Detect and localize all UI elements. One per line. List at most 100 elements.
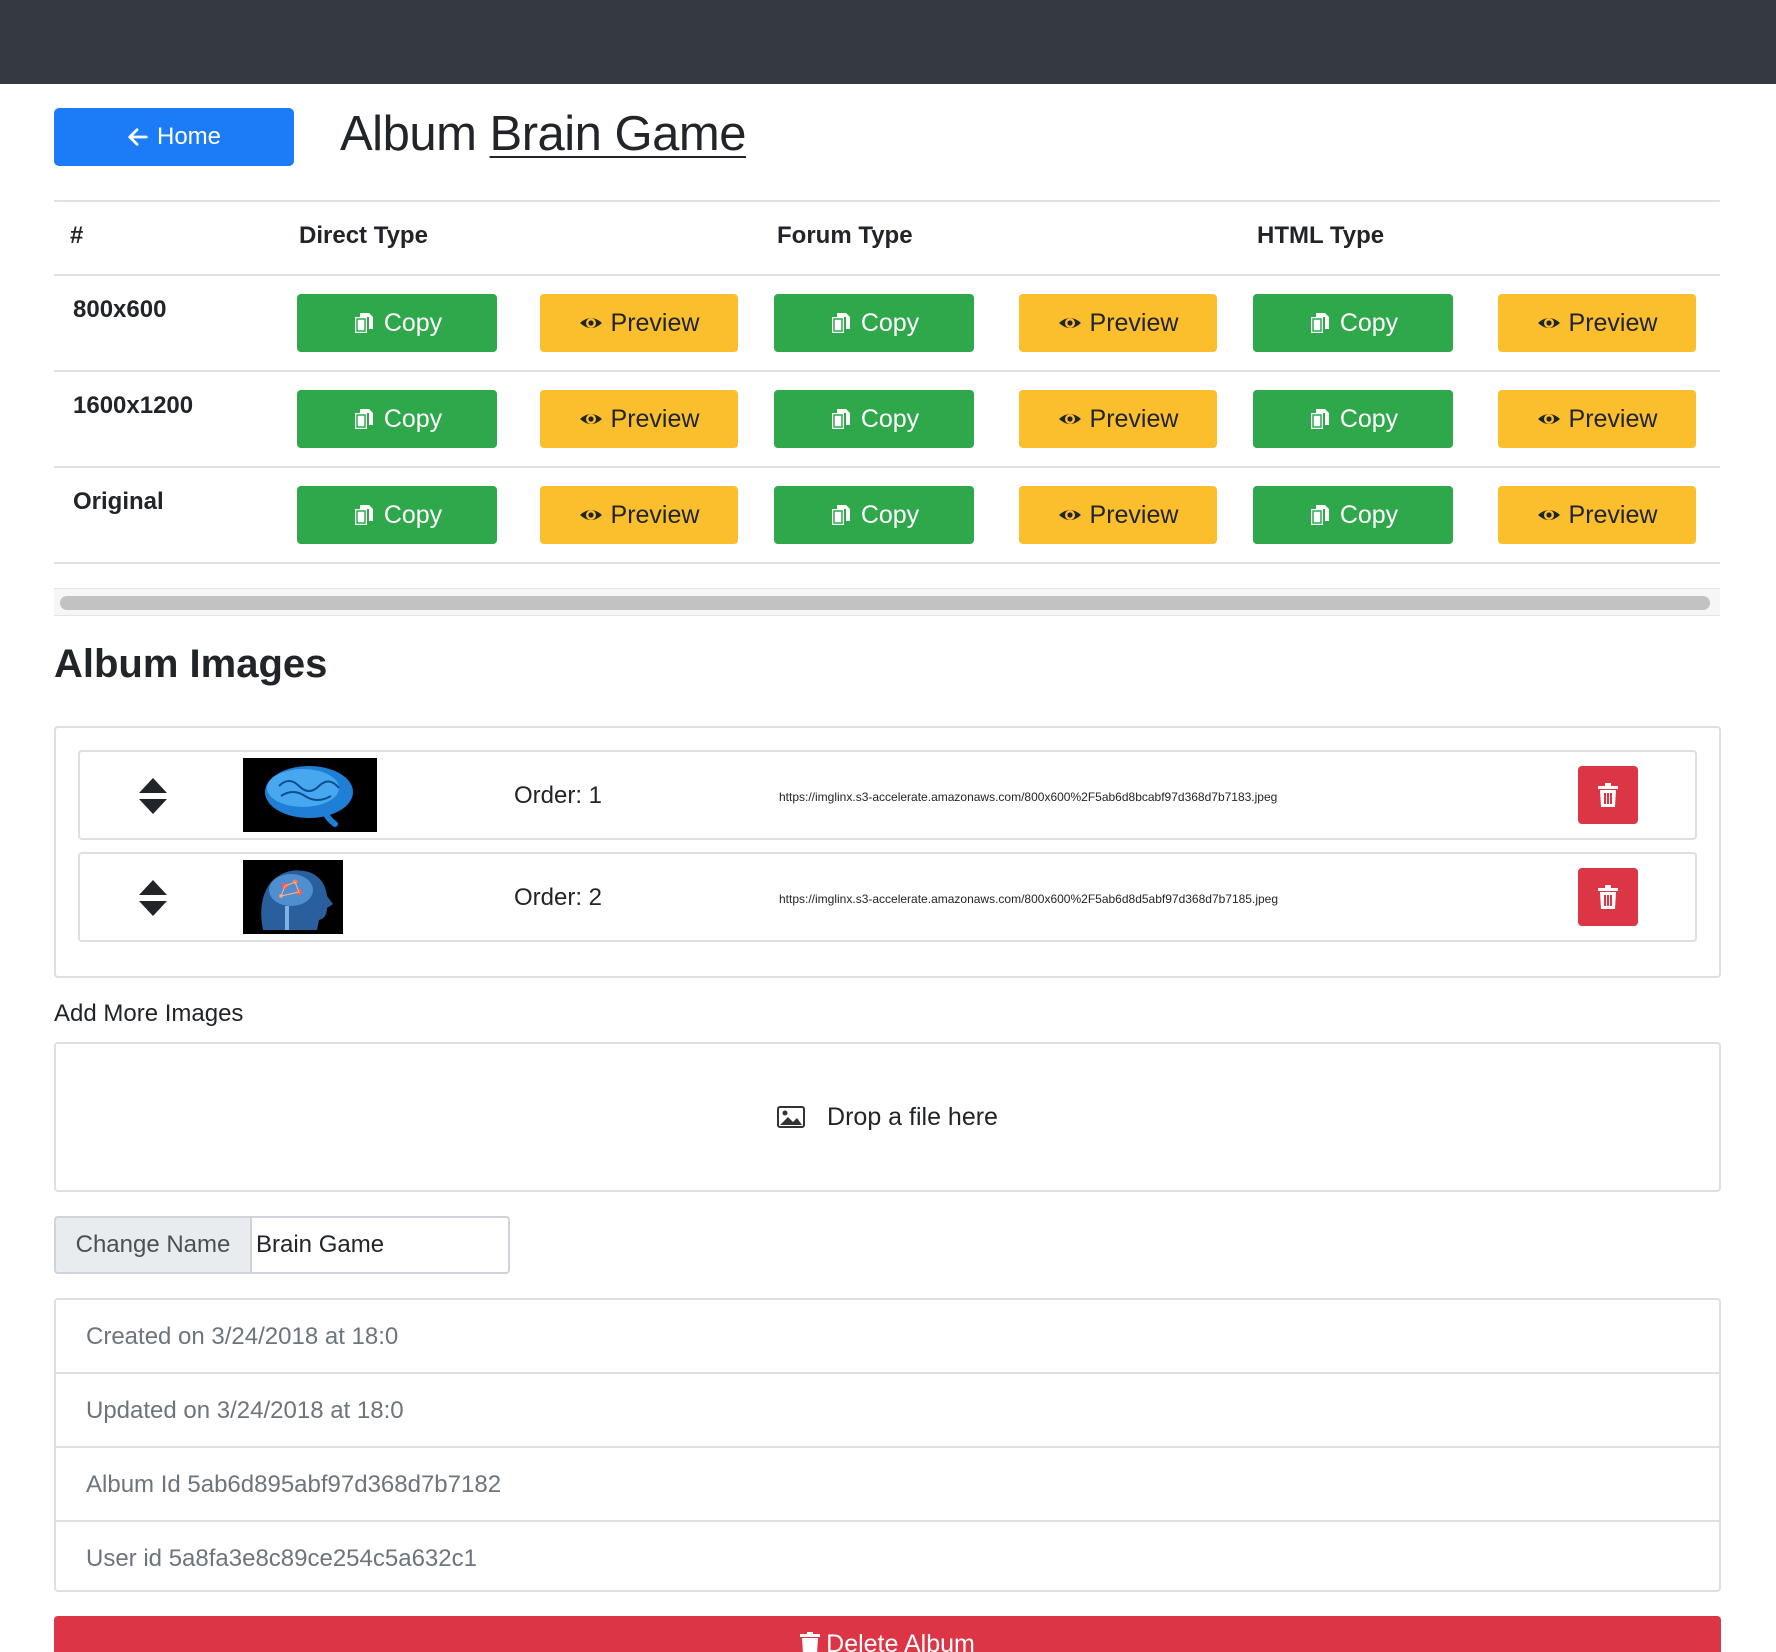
image-icon — [777, 1106, 806, 1128]
preview-button[interactable]: Preview — [1498, 390, 1696, 448]
copy-button-label: Copy — [860, 308, 920, 337]
copy-button[interactable]: Copy — [1253, 486, 1453, 544]
preview-button-label: Preview — [1568, 404, 1658, 433]
delete-image-button[interactable] — [1578, 766, 1638, 824]
home-button[interactable]: Home — [54, 108, 294, 166]
image-thumbnail[interactable] — [243, 758, 377, 832]
scrollbar-thumb[interactable] — [60, 596, 1710, 610]
top-navbar — [0, 0, 1776, 84]
column-header-index: # — [70, 222, 84, 249]
column-header-direct: Direct Type — [299, 222, 428, 249]
copy-button[interactable]: Copy — [1253, 294, 1453, 352]
copy-button-label: Copy — [1339, 308, 1399, 337]
copy-button[interactable]: Copy — [297, 390, 497, 448]
copy-icon — [1310, 505, 1329, 525]
image-row: Order: 1 https://imglinx.s3-accelerate.a… — [78, 750, 1697, 840]
copy-button[interactable]: Copy — [774, 486, 974, 544]
table-top-border — [54, 200, 1720, 202]
size-row-label: Original — [73, 488, 164, 515]
copy-button[interactable]: Copy — [297, 486, 497, 544]
copy-icon — [354, 409, 373, 429]
size-row-label: 1600x1200 — [73, 392, 194, 419]
copy-button[interactable]: Copy — [774, 294, 974, 352]
preview-button-label: Preview — [1089, 404, 1179, 433]
copy-button[interactable]: Copy — [1253, 390, 1453, 448]
album-name-link[interactable]: Brain Game — [490, 107, 747, 161]
preview-button[interactable]: Preview — [540, 486, 738, 544]
album-images-heading: Album Images — [54, 642, 328, 686]
table-row-divider — [54, 466, 1720, 468]
copy-button[interactable]: Copy — [774, 390, 974, 448]
arrow-left-icon — [128, 128, 148, 146]
copy-button-label: Copy — [383, 308, 443, 337]
eye-icon — [1537, 318, 1560, 328]
album-info-list: Created on 3/24/2018 at 18:0 Updated on … — [54, 1298, 1721, 1592]
album-name-input[interactable] — [252, 1216, 510, 1274]
delete-album-button[interactable]: Delete Album — [54, 1616, 1721, 1652]
copy-icon — [354, 505, 373, 525]
copy-button-label: Copy — [383, 500, 443, 529]
image-url[interactable]: https://imglinx.s3-accelerate.amazonaws.… — [779, 892, 1278, 906]
preview-button[interactable]: Preview — [1019, 486, 1217, 544]
preview-button[interactable]: Preview — [1498, 294, 1696, 352]
eye-icon — [579, 414, 602, 424]
preview-button-label: Preview — [1089, 500, 1179, 529]
copy-button-label: Copy — [1339, 500, 1399, 529]
page-title-prefix: Album — [340, 107, 477, 161]
eye-icon — [1537, 414, 1560, 424]
eye-icon — [1537, 510, 1560, 520]
eye-icon — [1058, 414, 1081, 424]
preview-button[interactable]: Preview — [540, 390, 738, 448]
copy-icon — [831, 409, 850, 429]
image-url[interactable]: https://imglinx.s3-accelerate.amazonaws.… — [779, 790, 1277, 804]
created-date: Created on 3/24/2018 at 18:0 — [86, 1323, 399, 1350]
copy-icon — [1310, 409, 1329, 429]
add-images-label: Add More Images — [54, 1000, 244, 1027]
horizontal-scrollbar[interactable] — [54, 588, 1720, 616]
preview-button-label: Preview — [1568, 500, 1658, 529]
copy-button[interactable]: Copy — [297, 294, 497, 352]
column-header-html: HTML Type — [1257, 222, 1385, 249]
preview-button[interactable]: Preview — [540, 294, 738, 352]
preview-button-label: Preview — [1568, 308, 1658, 337]
file-dropzone[interactable]: Drop a file here — [54, 1042, 1721, 1192]
copy-button-label: Copy — [383, 404, 443, 433]
image-thumbnail[interactable] — [243, 860, 343, 934]
copy-button-label: Copy — [1339, 404, 1399, 433]
page-title: Album Brain Game — [340, 106, 746, 162]
album-id: Album Id 5ab6d895abf97d368d7b7182 — [86, 1471, 502, 1498]
trash-icon — [1598, 783, 1618, 807]
table-row-divider — [54, 562, 1720, 564]
home-button-label: Home — [156, 123, 222, 150]
copy-button-label: Copy — [860, 500, 920, 529]
delete-album-label: Delete Album — [826, 1630, 975, 1652]
delete-image-button[interactable] — [1578, 868, 1638, 926]
user-id: User id 5a8fa3e8c89ce254c5a632c1 — [86, 1545, 477, 1572]
table-row-divider — [54, 370, 1720, 372]
updated-date: Updated on 3/24/2018 at 18:0 — [86, 1397, 404, 1424]
copy-button-label: Copy — [860, 404, 920, 433]
preview-button-label: Preview — [610, 308, 700, 337]
column-header-forum: Forum Type — [777, 222, 913, 249]
image-order: Order: 2 — [514, 884, 603, 911]
copy-icon — [1310, 313, 1329, 333]
size-row-label: 800x600 — [73, 296, 167, 323]
copy-icon — [831, 313, 850, 333]
preview-button[interactable]: Preview — [1019, 294, 1217, 352]
change-name-label: Change Name — [54, 1216, 252, 1274]
trash-icon — [800, 1632, 821, 1652]
dropzone-text: Drop a file here — [827, 1102, 998, 1131]
sort-icon[interactable] — [138, 776, 168, 816]
preview-button-label: Preview — [1089, 308, 1179, 337]
preview-button[interactable]: Preview — [1019, 390, 1217, 448]
preview-button[interactable]: Preview — [1498, 486, 1696, 544]
copy-icon — [831, 505, 850, 525]
copy-icon — [354, 313, 373, 333]
preview-button-label: Preview — [610, 404, 700, 433]
preview-button-label: Preview — [610, 500, 700, 529]
table-header-divider — [54, 274, 1720, 276]
eye-icon — [579, 318, 602, 328]
eye-icon — [1058, 510, 1081, 520]
eye-icon — [1058, 318, 1081, 328]
sort-icon[interactable] — [138, 878, 168, 918]
